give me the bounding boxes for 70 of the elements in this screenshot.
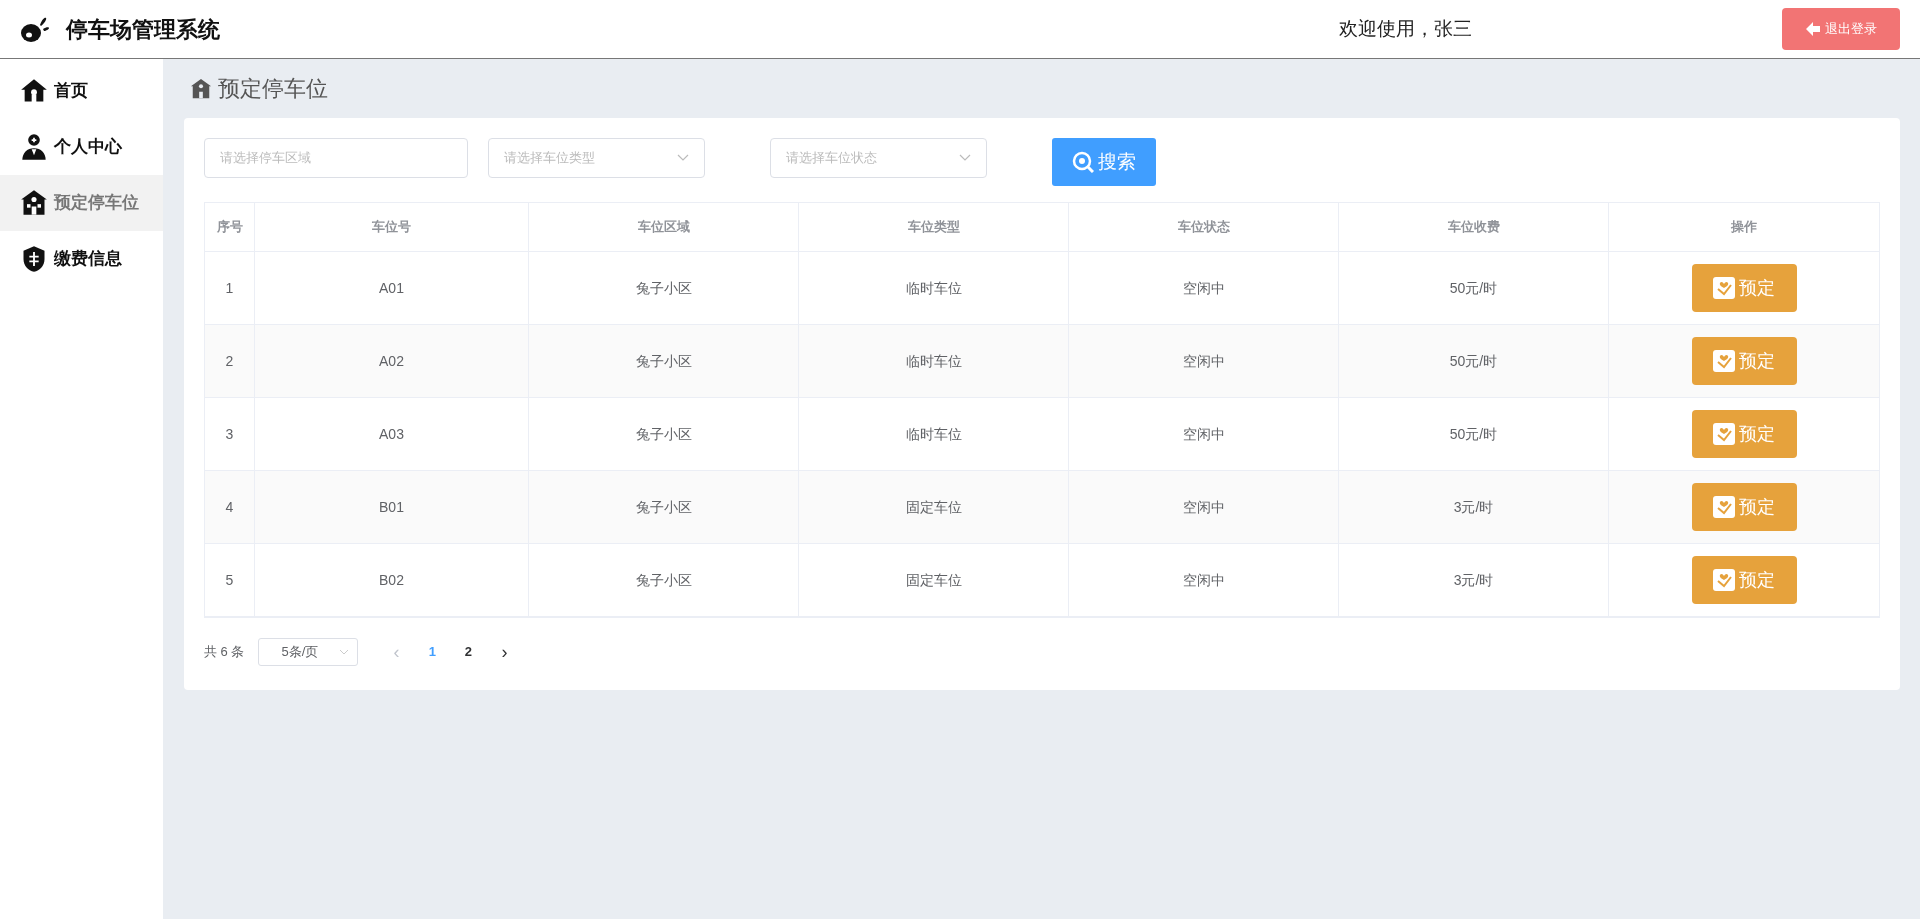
table-cell-text: 空闲中 (1182, 278, 1225, 298)
table-cell-text: 3元/时 (1453, 497, 1494, 517)
next-page-button[interactable]: › (486, 638, 523, 666)
reserve-button[interactable]: 预定 (1691, 337, 1797, 385)
table-cell-text: 兔子小区 (635, 570, 692, 590)
table-cell-text: 1 (225, 278, 234, 298)
table-cell-text: 临时车位 (905, 351, 962, 371)
column-header: 车位号 (372, 218, 411, 237)
table-cell-text: 50元/时 (1449, 424, 1498, 444)
reserve-button[interactable]: 预定 (1691, 483, 1797, 531)
sidebar-item[interactable]: 缴费信息 (0, 231, 163, 287)
column-header: 车位区域 (637, 218, 690, 237)
column-header: 车位状态 (1177, 218, 1230, 237)
reserve-button[interactable]: 预定 (1691, 410, 1797, 458)
table-cell-text: 兔子小区 (635, 424, 692, 444)
table-cell-text: A03 (379, 424, 404, 444)
column-header: 车位收费 (1447, 218, 1500, 237)
table-cell-text: 空闲中 (1182, 351, 1225, 371)
table-cell-text: 3 (225, 424, 234, 444)
table-cell-text: 兔子小区 (635, 497, 692, 517)
select-field[interactable]: 请选择车位类型 (488, 138, 705, 178)
app-title: 停车场管理系统 (66, 15, 220, 44)
table-cell-text: B02 (379, 570, 404, 590)
prev-page-button[interactable]: ‹ (378, 638, 415, 666)
welcome-text: 欢迎使用，张三 (1339, 16, 1472, 41)
table-cell-text: 5 (225, 570, 234, 590)
table-cell-text: 空闲中 (1182, 497, 1225, 517)
page-button[interactable]: 1 (414, 642, 451, 662)
table-cell-text: 4 (225, 497, 234, 517)
column-header: 车位类型 (907, 218, 960, 237)
reserve-button[interactable]: 预定 (1691, 556, 1797, 604)
select-field[interactable]: 请选择车位状态 (770, 138, 987, 178)
table-cell-text: 50元/时 (1449, 351, 1498, 371)
sidebar-item[interactable]: 个人中心 (0, 119, 163, 175)
table-cell-text: B01 (379, 497, 404, 517)
input-field[interactable]: 请选择停车区域 (204, 138, 468, 178)
total-count: 共 6 条 (204, 643, 245, 662)
table-cell-text: A02 (379, 351, 404, 371)
search-button[interactable]: 搜索 (1052, 138, 1156, 186)
page-button[interactable]: 2 (450, 642, 487, 662)
sidebar-item[interactable]: 预定停车位 (0, 175, 163, 231)
building-icon (20, 189, 48, 217)
column-header: 序号 (216, 218, 243, 237)
exit-arrow-icon (1805, 21, 1821, 37)
chevron-down-icon (339, 649, 350, 655)
table-cell-text: 空闲中 (1182, 570, 1225, 590)
chevron-down-icon (677, 154, 689, 162)
table-cell-text: 临时车位 (905, 278, 962, 298)
page-size-select[interactable]: 5条/页 (258, 638, 359, 666)
page-title: 预定停车位 (218, 75, 328, 103)
table-cell-text: 兔子小区 (635, 351, 692, 371)
user-icon (20, 133, 48, 161)
table-cell-text: 固定车位 (905, 570, 962, 590)
reserve-button[interactable]: 预定 (1691, 264, 1797, 312)
table-cell-text: 兔子小区 (635, 278, 692, 298)
table-cell-text: A01 (379, 278, 404, 298)
table-cell-text: 3元/时 (1453, 570, 1494, 590)
column-header: 操作 (1731, 218, 1757, 237)
chevron-down-icon (959, 154, 971, 162)
table-cell-text: 固定车位 (905, 497, 962, 517)
rabbit-logo-icon (20, 15, 50, 43)
home-icon (20, 77, 48, 105)
search-icon (1072, 151, 1094, 173)
building-icon (190, 77, 212, 100)
sidebar-item[interactable]: 首页 (0, 63, 163, 119)
table-cell-text: 2 (225, 351, 234, 371)
table-cell-text: 临时车位 (905, 424, 962, 444)
logout-button[interactable]: 退出登录 (1782, 8, 1900, 50)
table-cell-text: 空闲中 (1182, 424, 1225, 444)
table-cell-text: 50元/时 (1449, 278, 1498, 298)
